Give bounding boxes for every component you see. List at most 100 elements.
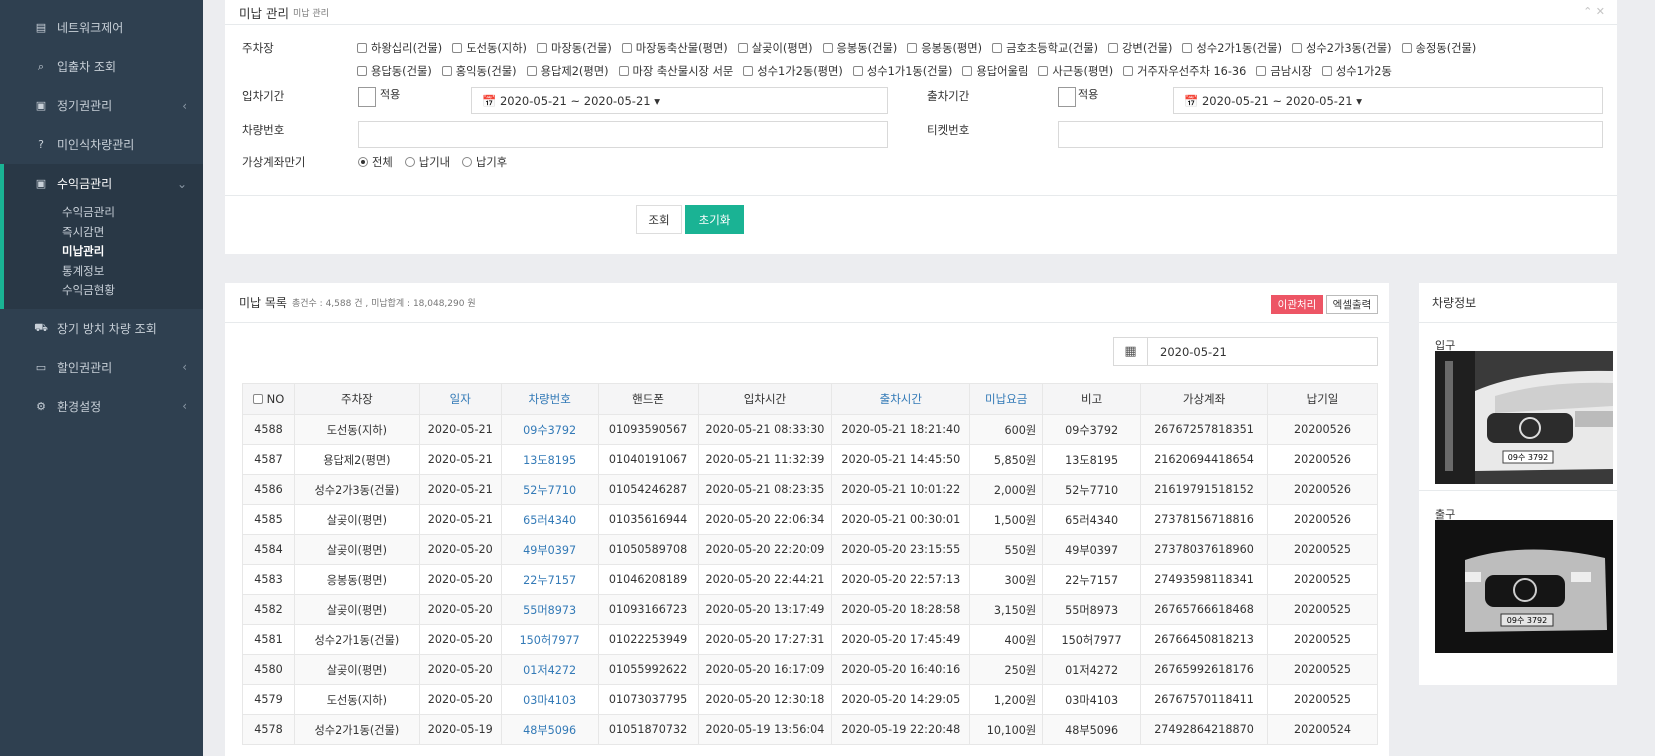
sidebar-item-items-3[interactable]: ? 미인식차량관리: [0, 125, 203, 164]
checkbox[interactable]: [1108, 43, 1119, 53]
radio-button[interactable]: [358, 157, 368, 167]
sidebar-subitem[interactable]: 통계정보: [4, 262, 203, 282]
exit-apply-checkbox[interactable]: [1058, 87, 1076, 107]
parking-checkbox-item[interactable]: 마장동축산물(평면): [621, 38, 728, 60]
parking-checkbox-item[interactable]: 도선동(지하): [452, 38, 527, 60]
table-row[interactable]: 4587 용답제2(평면) 2020-05-21 13도8195 01040191067…: [242, 444, 1378, 475]
sidebar-item-revenue-management[interactable]: ▣ 수익금관리 ⌄: [4, 164, 203, 203]
checkbox[interactable]: [357, 43, 367, 53]
exit-date-range[interactable]: 📅 2020-05-21 ~ 2020-05-21 ▾: [1173, 87, 1603, 114]
checkbox[interactable]: [357, 66, 367, 76]
table-row[interactable]: 4579 도선동(지하) 2020-05-20 03마4103 01073037795 2…: [242, 684, 1378, 715]
checkbox[interactable]: [1182, 43, 1193, 53]
table-cell[interactable]: 55머8973: [500, 594, 599, 625]
checkbox[interactable]: [743, 66, 754, 76]
parking-checkbox-item[interactable]: 용답제2(평면): [526, 61, 609, 83]
parking-checkbox-item[interactable]: 성수1가1동(건물): [852, 61, 952, 83]
ticket-number-input[interactable]: [1058, 121, 1603, 148]
checkbox[interactable]: [1321, 66, 1332, 76]
table-row[interactable]: 4585 살곶이(평면) 2020-05-21 65러4340 01035616944 2…: [242, 504, 1378, 535]
transfer-button[interactable]: 이관처리: [1271, 295, 1323, 314]
table-row[interactable]: 4581 성수2가1동(건물) 2020-05-20 150허7977 01022253…: [242, 624, 1378, 655]
exit-camera-image[interactable]: 09수 3792: [1435, 520, 1613, 653]
entry-date-range[interactable]: 📅 2020-05-21 ~ 2020-05-21 ▾: [471, 87, 888, 114]
table-row[interactable]: 4580 살곶이(평면) 2020-05-20 01저4272 01055992622 2…: [242, 654, 1378, 685]
reset-button[interactable]: 초기화: [685, 205, 744, 234]
checkbox[interactable]: [992, 43, 1003, 53]
parking-checkbox-item[interactable]: 살곶이(평면): [737, 38, 813, 60]
table-cell[interactable]: 22누7157: [500, 564, 599, 595]
parking-checkbox-item[interactable]: 성수2가1동(건물): [1182, 38, 1282, 60]
radio-button[interactable]: [461, 157, 472, 167]
radio-option[interactable]: 납기내: [404, 156, 450, 169]
parking-checkbox-item[interactable]: 홍익동(건물): [441, 61, 517, 83]
search-button[interactable]: 조회: [636, 205, 682, 234]
sidebar-item-items_after-0[interactable]: ⛟ 장기 방치 차량 조회: [0, 309, 203, 348]
checkbox[interactable]: [621, 43, 632, 53]
table-row[interactable]: 4583 응봉동(평면) 2020-05-20 22누7157 01046208189 2…: [242, 564, 1378, 595]
radio-button[interactable]: [404, 157, 415, 167]
table-row[interactable]: 4582 살곶이(평면) 2020-05-20 55머8973 01093166723 2…: [242, 594, 1378, 625]
parking-checkbox-item[interactable]: 용답어울림: [962, 61, 1028, 83]
parking-checkbox-item[interactable]: 사근동(평면): [1038, 61, 1113, 83]
table-cell[interactable]: 49부0397: [500, 534, 599, 565]
parking-checkbox-item[interactable]: 성수1가2동: [1321, 61, 1392, 83]
table-row[interactable]: 4578 성수2가1동(건물) 2020-05-19 48부5096 010518707…: [242, 714, 1378, 745]
checkbox[interactable]: [1038, 66, 1049, 76]
parking-checkbox-item[interactable]: 하왕십리(건물): [357, 38, 442, 60]
radio-option[interactable]: 전체: [358, 156, 393, 169]
sidebar-item-items-0[interactable]: ▤ 네트워크제어: [0, 8, 203, 47]
calendar-icon[interactable]: ▦: [1114, 338, 1148, 365]
checkbox[interactable]: [452, 43, 463, 53]
table-row[interactable]: 4584 살곶이(평면) 2020-05-20 49부0397 01050589708 2…: [242, 534, 1378, 565]
checkbox[interactable]: [618, 66, 629, 76]
parking-checkbox-item[interactable]: 송정동(건물): [1401, 38, 1476, 60]
checkbox[interactable]: [1123, 66, 1134, 76]
column-header[interactable]: 차량번호: [500, 383, 599, 415]
table-cell[interactable]: 13도8195: [500, 444, 599, 475]
parking-checkbox-item[interactable]: 마장동(건물): [536, 38, 612, 60]
column-header[interactable]: 미납요금: [969, 383, 1044, 415]
checkbox[interactable]: [1401, 43, 1412, 53]
checkbox[interactable]: [962, 66, 973, 76]
table-row[interactable]: 4588 도선동(지하) 2020-05-21 09수3792 01093590567 2…: [242, 414, 1378, 445]
parking-checkbox-item[interactable]: 용답동(건물): [357, 61, 432, 83]
checkbox[interactable]: [1256, 66, 1267, 76]
vehicle-number-input[interactable]: [358, 121, 888, 148]
list-date-filter[interactable]: ▦ 2020-05-21: [1113, 337, 1378, 366]
parking-checkbox-item[interactable]: 성수1가2동(평면): [743, 61, 843, 83]
sidebar-subitem[interactable]: 수익금관리: [4, 203, 203, 223]
parking-checkbox-item[interactable]: 성수2가3동(건물): [1291, 38, 1392, 60]
table-row[interactable]: 4586 성수2가3동(건물) 2020-05-21 52누7710 010542462…: [242, 474, 1378, 505]
select-all-checkbox[interactable]: [252, 394, 263, 404]
table-cell[interactable]: 01저4272: [500, 654, 599, 685]
table-cell[interactable]: 48부5096: [500, 714, 599, 745]
sidebar-item-items_after-1[interactable]: ▭ 할인권관리 ‹: [0, 348, 203, 387]
checkbox[interactable]: [737, 43, 748, 53]
excel-export-button[interactable]: 엑셀출력: [1326, 295, 1378, 314]
checkbox[interactable]: [907, 43, 918, 53]
table-cell[interactable]: 52누7710: [500, 474, 599, 505]
checkbox[interactable]: [526, 66, 537, 76]
radio-option[interactable]: 납기후: [461, 156, 507, 169]
parking-checkbox-item[interactable]: 강변(건물): [1108, 38, 1172, 60]
sidebar-item-items-1[interactable]: ⌕ 입출차 조회: [0, 47, 203, 86]
checkbox[interactable]: [1291, 43, 1302, 53]
sidebar-subitem[interactable]: 수익금현황: [4, 281, 203, 301]
column-header[interactable]: 출차시간: [831, 383, 971, 415]
sidebar-subitem[interactable]: 미납관리: [4, 242, 203, 262]
table-cell[interactable]: 09수3792: [500, 414, 599, 445]
checkbox[interactable]: [441, 66, 452, 76]
table-cell[interactable]: 65러4340: [500, 504, 599, 535]
sidebar-item-items_after-2[interactable]: ⚙ 환경설정 ‹: [0, 387, 203, 426]
entry-apply-checkbox[interactable]: [358, 87, 376, 107]
parking-checkbox-item[interactable]: 금호초등학교(건물): [992, 38, 1098, 60]
parking-checkbox-item[interactable]: 응봉동(평면): [907, 38, 982, 60]
parking-checkbox-item[interactable]: 마장 축산물시장 서문: [618, 61, 733, 83]
panel-tools[interactable]: ⌃ ✕: [1583, 5, 1605, 18]
parking-checkbox-item[interactable]: 응봉동(건물): [822, 38, 897, 60]
parking-checkbox-item[interactable]: 금남시장: [1256, 61, 1312, 83]
parking-checkbox-item[interactable]: 거주자우선주차 16-36: [1123, 61, 1246, 83]
table-cell[interactable]: 150허7977: [500, 624, 599, 655]
sidebar-item-items-2[interactable]: ▣ 정기권관리 ‹: [0, 86, 203, 125]
